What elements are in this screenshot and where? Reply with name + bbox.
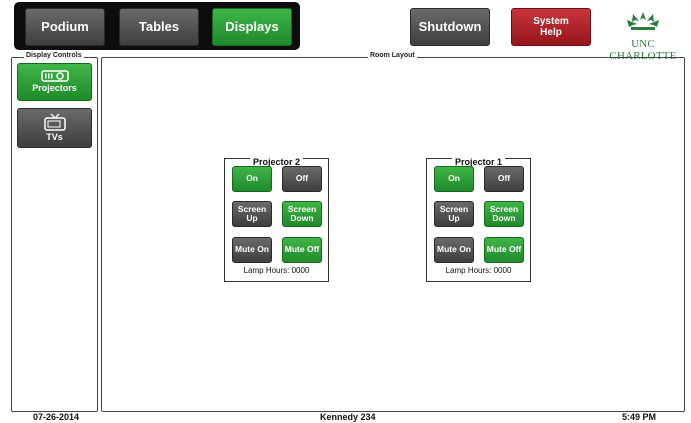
sidebar-item-tvs[interactable]: TVs bbox=[17, 108, 92, 148]
nav-podium-button[interactable]: Podium bbox=[25, 8, 105, 46]
projector-icon bbox=[40, 70, 69, 82]
sidebar-item-label: TVs bbox=[46, 132, 63, 143]
room-layout-panel: Room Layout bbox=[101, 52, 685, 412]
shutdown-button[interactable]: Shutdown bbox=[410, 8, 490, 46]
projector-1-on-button[interactable]: On bbox=[434, 166, 474, 192]
nav-tables-button[interactable]: Tables bbox=[119, 8, 199, 46]
projector-2-mute-off-button[interactable]: Mute Off bbox=[282, 237, 322, 263]
projector-2-group: Projector 2 On Off Screen Up Screen Down… bbox=[224, 157, 329, 282]
projector-2-screen-up-button[interactable]: Screen Up bbox=[232, 201, 272, 227]
footer-date: 07-26-2014 bbox=[33, 412, 80, 422]
lamp-hours-label: Lamp Hours: 0000 bbox=[445, 266, 512, 275]
projector-1-mute-off-button[interactable]: Mute Off bbox=[484, 237, 524, 263]
projector-1-off-button[interactable]: Off bbox=[484, 166, 524, 192]
projector-1-mute-on-button[interactable]: Mute On bbox=[434, 237, 474, 263]
projector-1-screen-down-button[interactable]: Screen Down bbox=[484, 201, 524, 227]
projector-1-group: Projector 1 On Off Screen Up Screen Down… bbox=[426, 157, 531, 282]
sidebar-item-label: Projectors bbox=[32, 83, 77, 94]
footer-room-name: Kennedy 234 bbox=[320, 412, 376, 422]
projector-2-screen-down-button[interactable]: Screen Down bbox=[282, 201, 322, 227]
tv-icon bbox=[43, 113, 66, 131]
display-controls-legend: Display Controls bbox=[24, 52, 84, 59]
footer-time: 5:49 PM bbox=[622, 412, 657, 422]
projector-2-mute-on-button[interactable]: Mute On bbox=[232, 237, 272, 263]
unc-charlotte-logo: UNC CHARLOTTE bbox=[600, 10, 686, 62]
lamp-hours-label: Lamp Hours: 0000 bbox=[243, 266, 310, 275]
system-help-button[interactable]: System Help bbox=[511, 8, 591, 46]
projector-2-on-button[interactable]: On bbox=[232, 166, 272, 192]
sidebar-item-projectors[interactable]: Projectors bbox=[17, 63, 92, 101]
projector-2-off-button[interactable]: Off bbox=[282, 166, 322, 192]
room-layout-legend: Room Layout bbox=[368, 52, 417, 59]
projector-1-screen-up-button[interactable]: Screen Up bbox=[434, 201, 474, 227]
crown-emblem-icon bbox=[627, 12, 659, 30]
nav-displays-button[interactable]: Displays bbox=[212, 8, 292, 46]
